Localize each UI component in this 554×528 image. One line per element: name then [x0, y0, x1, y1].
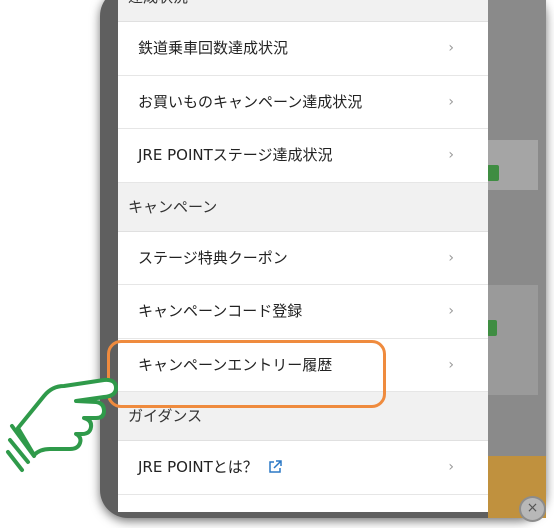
background-app [488, 0, 546, 518]
menu-item-label: JRE POINTとは？ [138, 458, 258, 476]
menu-item-label: 鉄道乗車回数達成状況 [138, 39, 289, 57]
background-card [488, 285, 538, 395]
chevron-right-icon: › [448, 303, 454, 319]
side-menu: 達成状況 鉄道乗車回数達成状況 › お買いものキャンペーン達成状況 › JRE … [118, 0, 488, 512]
chevron-right-icon: › [448, 459, 454, 475]
section-header-achievement: 達成状況 [118, 0, 488, 22]
chevron-right-icon: › [448, 147, 454, 163]
section-header-campaign: キャンペーン [118, 182, 488, 232]
menu-item-about-jre-point[interactable]: JRE POINTとは？ › [118, 441, 488, 495]
highlight-frame [107, 340, 386, 408]
external-link-icon [268, 443, 282, 496]
hand-pointing-icon [6, 377, 118, 472]
menu-item-rail-rides[interactable]: 鉄道乗車回数達成状況 › [118, 22, 488, 76]
menu-item-stage-status[interactable]: JRE POINTステージ達成状況 › [118, 129, 488, 183]
menu-item-campaign-code[interactable]: キャンペーンコード登録 › [118, 285, 488, 339]
menu-item-label: キャンペーンコード登録 [138, 302, 303, 320]
menu-item-label: JRE POINTステージ達成状況 [138, 146, 333, 164]
chevron-right-icon: › [448, 40, 454, 56]
chevron-right-icon: › [448, 356, 454, 373]
menu-item-stage-coupon[interactable]: ステージ特典クーポン › [118, 231, 488, 285]
background-green-mark [487, 165, 499, 181]
menu-item-shopping-campaign[interactable]: お買いものキャンペーン達成状況 › [118, 75, 488, 129]
menu-item-label: お買いものキャンペーン達成状況 [138, 92, 363, 111]
chevron-right-icon: › [448, 249, 454, 266]
menu-item-label: ステージ特典クーポン [138, 248, 288, 267]
chevron-right-icon: › [448, 93, 454, 110]
close-badge[interactable]: × [519, 496, 546, 522]
background-green-mark [487, 320, 497, 336]
